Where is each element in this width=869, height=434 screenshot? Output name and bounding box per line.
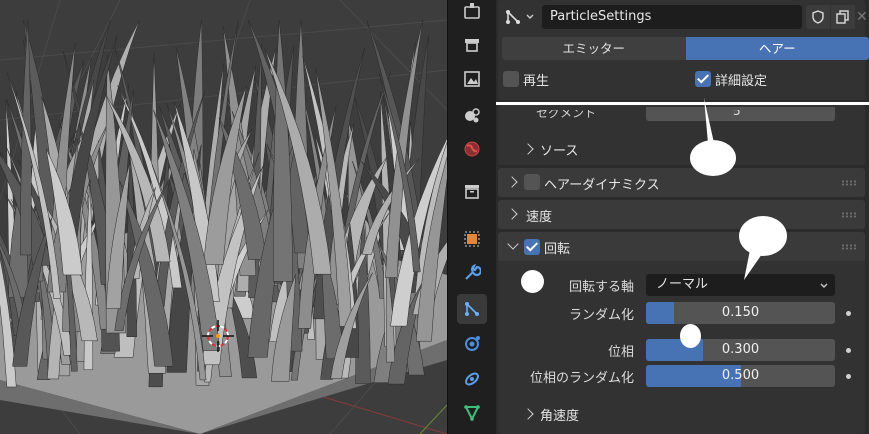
annotation-dot: [680, 324, 701, 348]
particle-settings-name-field[interactable]: ParticleSettings: [542, 5, 802, 29]
drag-handle-icon[interactable]: [841, 180, 857, 186]
chevron-right-icon: [506, 176, 518, 188]
source-label: ソース: [540, 144, 579, 159]
fake-user-button[interactable]: [806, 5, 830, 29]
tab-modifier[interactable]: [457, 258, 487, 288]
output-icon: [464, 71, 480, 87]
keyframe-dot-icon[interactable]: [846, 348, 851, 353]
tab-constraints[interactable]: [457, 364, 487, 394]
random-phase-slider[interactable]: 0.500: [646, 365, 835, 387]
tab-scene[interactable]: [457, 134, 487, 164]
advanced-label: 詳細設定: [715, 74, 768, 89]
unlink-button[interactable]: ✕: [856, 5, 869, 29]
keyframe-dot-icon[interactable]: [846, 374, 851, 379]
angular-velocity-label: 角速度: [540, 409, 580, 424]
annotation-callout: [739, 216, 787, 280]
particle-type-selector: エミッター ヘアー: [502, 37, 869, 60]
velocity-panel-header[interactable]: 速度: [498, 200, 865, 229]
rotation-label: 回転: [544, 242, 571, 257]
3d-viewport[interactable]: [0, 0, 447, 434]
annotation-callout: [690, 98, 736, 176]
hair-dynamics-panel-header[interactable]: ヘアーダイナミクス: [498, 168, 865, 197]
tab-object[interactable]: [457, 224, 487, 254]
tab-object-data[interactable]: [457, 398, 487, 428]
collection-icon: [465, 185, 479, 199]
modifier-icon: [465, 264, 481, 280]
random-phase-label: 位相のランダム化: [529, 371, 634, 386]
velocity-label: 速度: [526, 210, 553, 225]
duplicate-button[interactable]: [831, 5, 855, 29]
tab-emitter[interactable]: エミッター: [502, 37, 686, 60]
angular-velocity-subpanel-header[interactable]: 角速度: [522, 401, 722, 427]
chevron-right-icon: [506, 208, 518, 220]
tool-icon: [464, 3, 480, 19]
particle-settings-row: ParticleSettings ✕: [502, 4, 869, 30]
drag-handle-icon[interactable]: [841, 244, 857, 250]
phase-slider[interactable]: 0.300: [646, 339, 835, 361]
randomize-slider[interactable]: 0.150: [646, 302, 835, 324]
rotation-checkbox[interactable]: [524, 239, 540, 255]
tab-hair[interactable]: ヘアー: [685, 37, 869, 60]
randomize-label: ランダム化: [568, 308, 634, 323]
tab-physics[interactable]: [457, 328, 487, 358]
annotation-dot: [521, 270, 544, 293]
chevron-right-icon: [522, 143, 534, 155]
constraints-icon: [465, 372, 479, 386]
tab-output[interactable]: [457, 64, 487, 94]
tab-view-layer[interactable]: [457, 100, 487, 130]
copy-icon: [836, 10, 849, 24]
drag-handle-icon[interactable]: [841, 212, 857, 218]
tab-tool[interactable]: [457, 0, 487, 26]
properties-tab-strip: [447, 0, 496, 434]
chevron-right-icon: [522, 408, 534, 420]
properties-editor: ParticleSettings ✕ エミッター ヘアー 再生 詳細設定 セグメ…: [496, 0, 869, 434]
phase-label: 位相: [607, 345, 634, 360]
rotation-panel-header[interactable]: 回転: [498, 232, 865, 261]
world-icon: [464, 141, 480, 157]
viewport-render: [0, 0, 447, 434]
keyframe-dot-icon[interactable]: [846, 311, 851, 316]
particles-icon: [465, 302, 479, 316]
orientation-axis-value: ノーマル: [656, 277, 709, 292]
physics-icon: [465, 336, 480, 351]
render-icon: [465, 39, 479, 52]
close-icon: ✕: [856, 9, 868, 25]
tab-particles[interactable]: [457, 294, 487, 324]
tab-collection[interactable]: [457, 176, 487, 206]
chevron-down-icon: [507, 238, 519, 250]
object-icon: [464, 231, 480, 247]
view-layer-icon: [465, 108, 480, 123]
chevron-down-icon: [820, 283, 828, 288]
chevron-down-icon: [526, 14, 534, 19]
particles-icon: [506, 10, 520, 24]
randomize-value: 0.150: [721, 305, 760, 320]
shield-icon: [812, 10, 824, 24]
object-data-icon: [464, 405, 480, 422]
hair-dynamics-label: ヘアーダイナミクス: [544, 178, 660, 193]
phase-value: 0.300: [721, 342, 760, 357]
tab-render[interactable]: [457, 30, 487, 60]
particle-settings-browse[interactable]: [504, 6, 540, 28]
advanced-checkbox[interactable]: [695, 71, 711, 87]
random-phase-value: 0.500: [721, 368, 760, 383]
regrow-label: 再生: [523, 74, 550, 89]
hair-dynamics-checkbox[interactable]: [524, 174, 540, 190]
regrow-checkbox[interactable]: [503, 71, 519, 87]
